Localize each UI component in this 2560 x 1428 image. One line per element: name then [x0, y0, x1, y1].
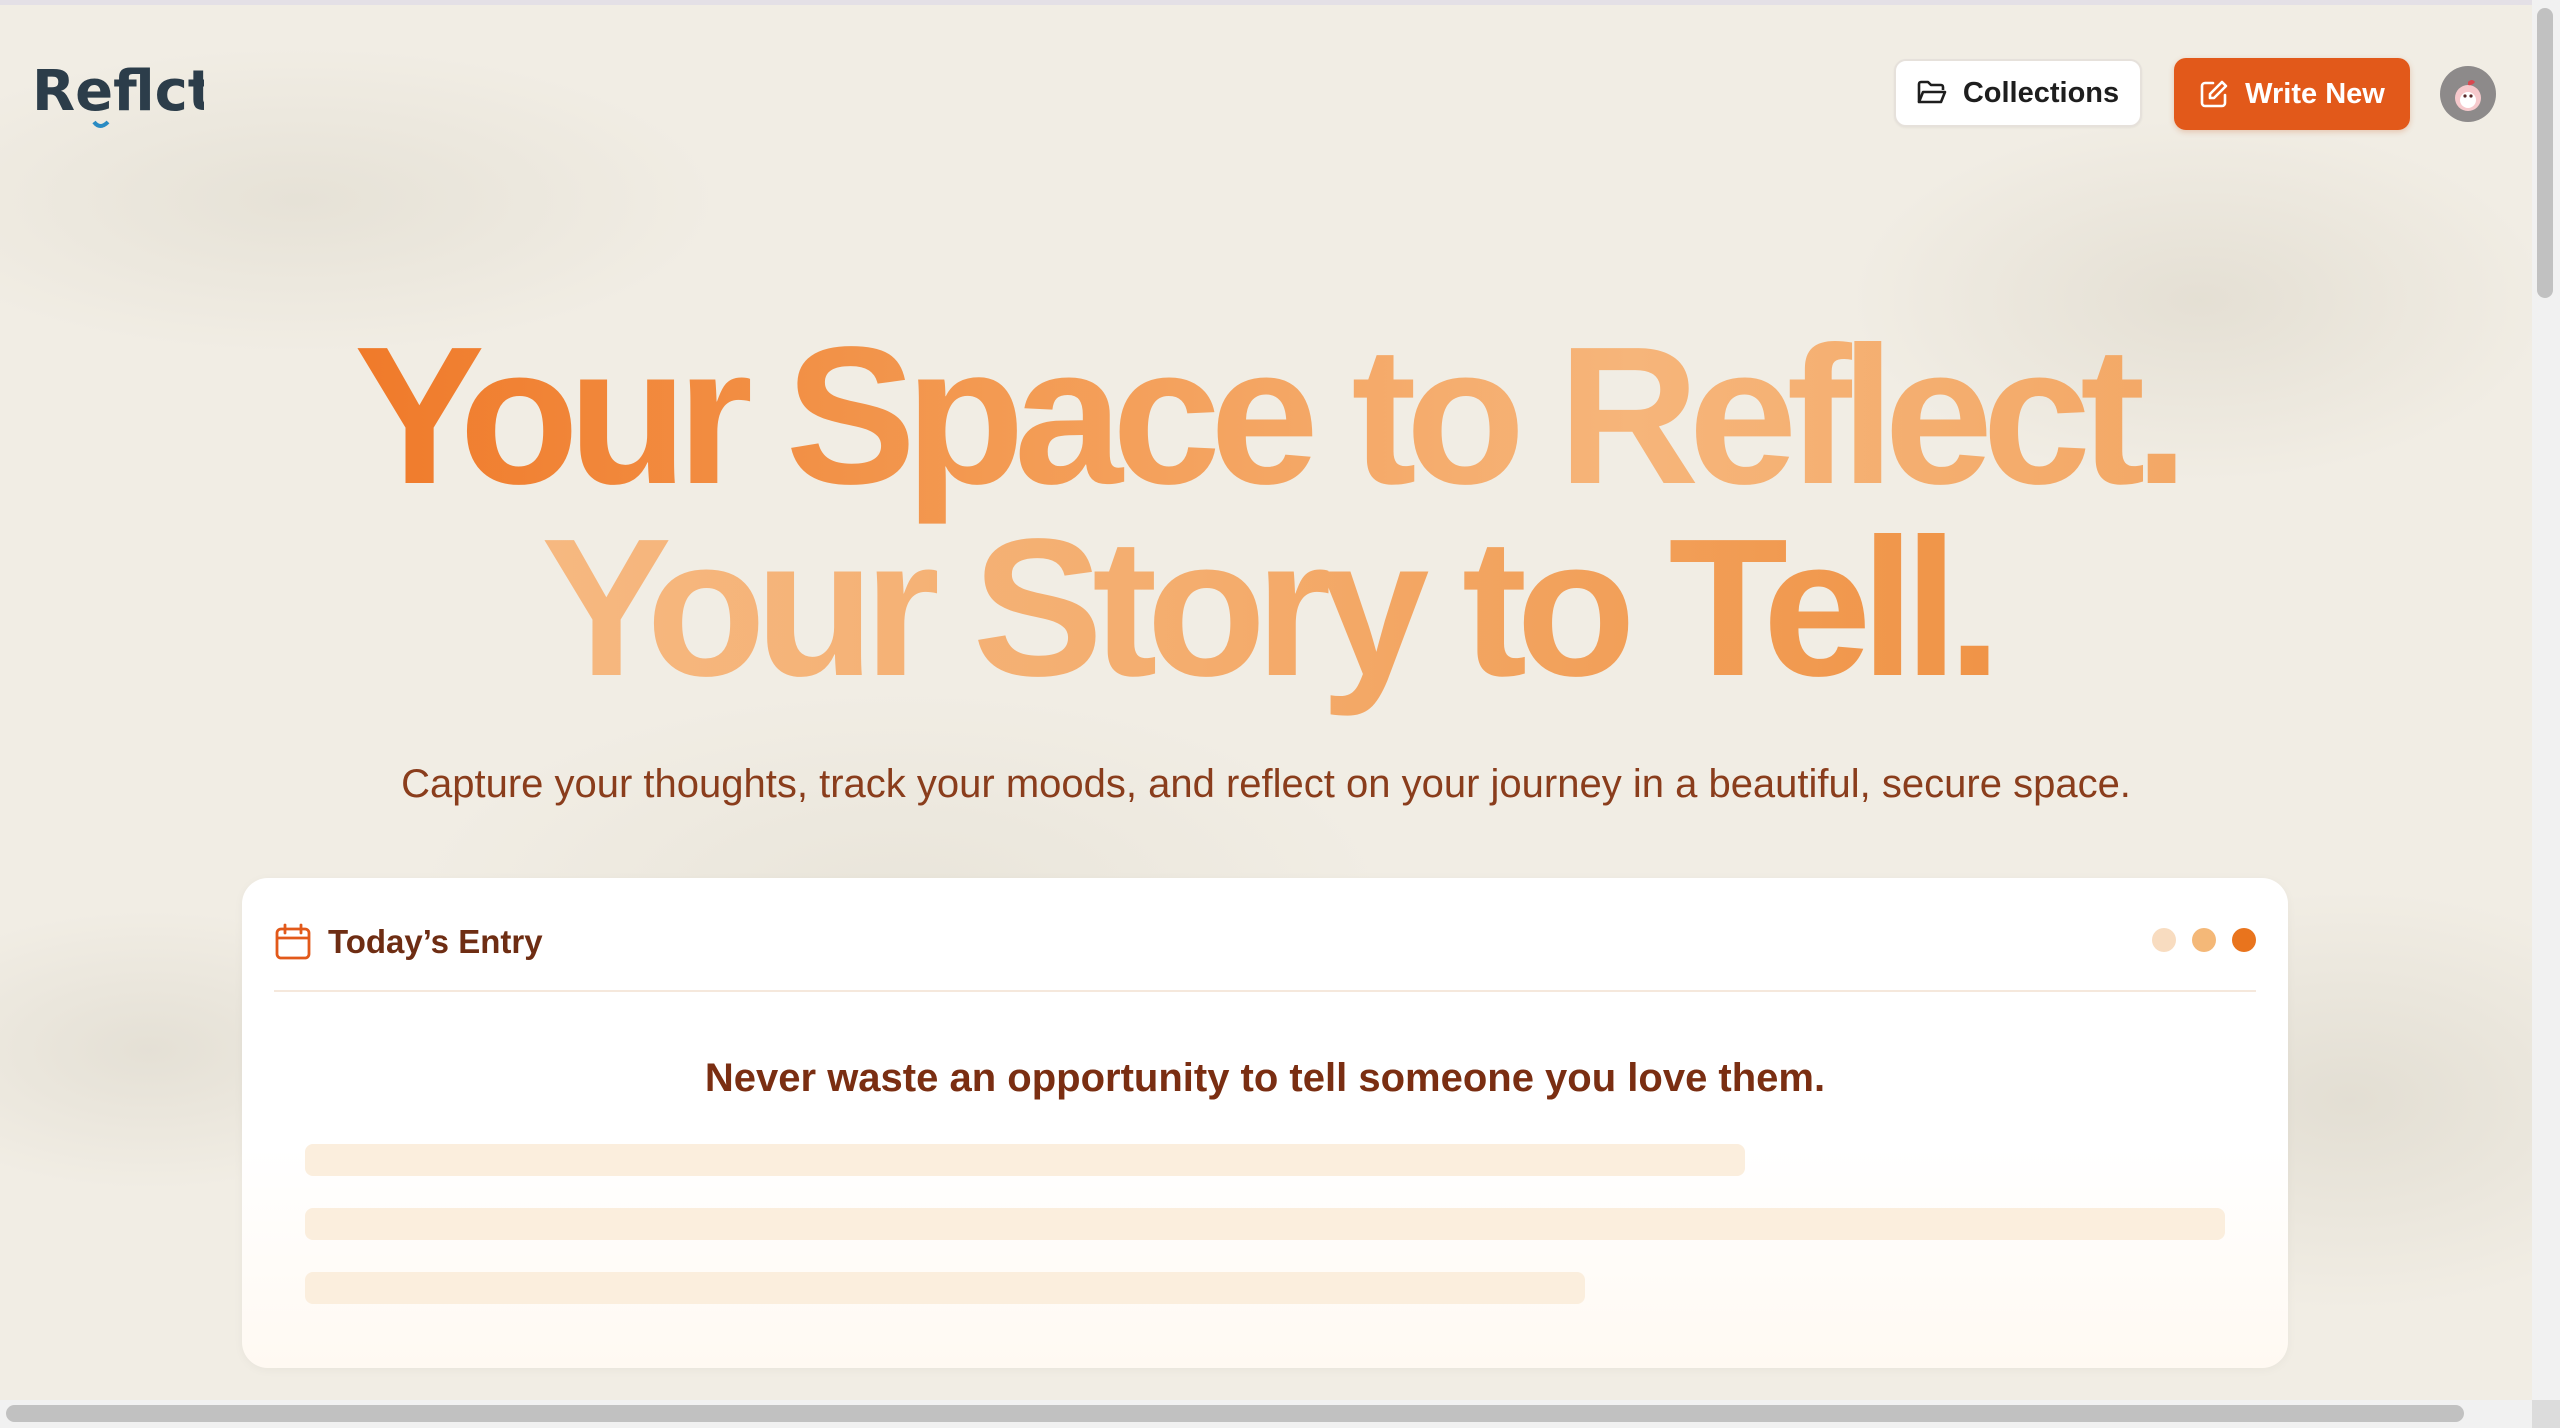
user-avatar[interactable]	[2440, 66, 2496, 122]
hero-heading-line-1: Your Space to Reflect.	[354, 306, 2189, 525]
reflct-logo-icon: Reflct	[32, 59, 204, 128]
dot-dark	[2232, 928, 2256, 952]
hero-heading-line-2: Your Story to Tell.	[541, 498, 2002, 717]
placeholder-line	[305, 1272, 1585, 1304]
placeholder-line	[305, 1144, 1745, 1176]
collections-label: Collections	[1962, 76, 2120, 109]
collections-button[interactable]: Collections	[1894, 59, 2142, 127]
card-title: Today’s Entry	[328, 923, 543, 960]
card-divider	[274, 990, 2256, 992]
scrollbar-corner	[2532, 1400, 2560, 1428]
write-new-label: Write New	[2245, 77, 2385, 110]
horizontal-scroll-thumb[interactable]	[6, 1405, 2464, 1422]
vertical-scroll-thumb[interactable]	[2537, 8, 2553, 298]
window-dots	[2152, 928, 2256, 952]
todays-entry-card[interactable]: Today’s Entry Never waste an opportunity…	[242, 878, 2288, 1368]
entry-quote: Never waste an opportunity to tell someo…	[704, 1056, 1826, 1100]
calendar-icon	[275, 923, 311, 960]
pencil-square-icon	[2200, 80, 2228, 108]
write-new-button[interactable]: Write New	[2174, 58, 2410, 130]
folder-open-icon	[1917, 80, 1947, 104]
card-header: Today’s Entry	[274, 912, 2256, 972]
dot-light	[2152, 928, 2176, 952]
hero-subtitle: Capture your thoughts, track your moods,…	[401, 762, 2131, 806]
placeholder-line	[305, 1208, 2225, 1240]
logo-wordmark: Reflct	[32, 59, 204, 124]
app-logo[interactable]: Reflct	[32, 52, 204, 136]
dot-medium	[2192, 928, 2216, 952]
avatar-icon	[2455, 80, 2481, 111]
top-border	[0, 0, 2532, 5]
